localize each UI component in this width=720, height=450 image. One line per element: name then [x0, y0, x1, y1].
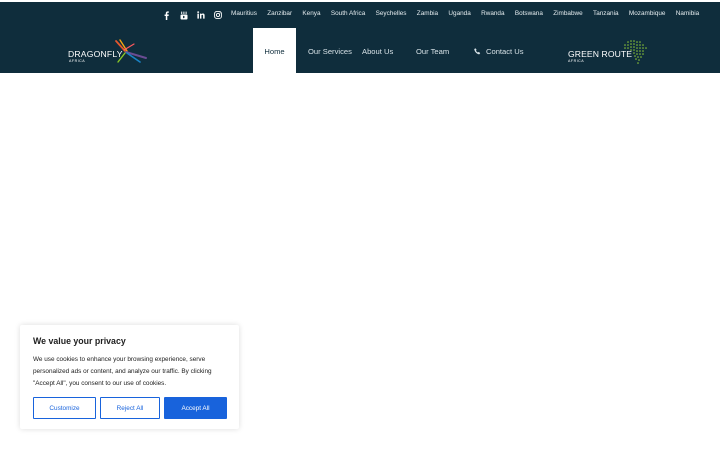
- country-link-south-africa[interactable]: South Africa: [331, 10, 365, 17]
- social-links: [158, 8, 226, 22]
- logo-right-sub: AFRICA: [568, 59, 585, 63]
- reject-all-button[interactable]: Reject All: [100, 397, 160, 419]
- accept-all-button[interactable]: Accept All: [164, 397, 227, 419]
- cookie-consent-banner: We value your privacy We use cookies to …: [20, 325, 239, 429]
- country-link-zambia[interactable]: Zambia: [417, 10, 438, 17]
- africa-map-icon: [624, 40, 647, 64]
- country-links: Mauritius Zanzibar Kenya South Africa Se…: [231, 10, 710, 17]
- instagram-icon[interactable]: [209, 8, 226, 22]
- nav-about-us[interactable]: About Us: [362, 28, 416, 74]
- country-link-uganda[interactable]: Uganda: [448, 10, 470, 17]
- youtube-icon[interactable]: [175, 8, 192, 22]
- customize-button[interactable]: Customize: [33, 397, 96, 419]
- main-nav: Home Our Services About Us Our Team Cont…: [253, 28, 534, 74]
- country-link-kenya[interactable]: Kenya: [302, 10, 320, 17]
- country-link-zimbabwe[interactable]: Zimbabwe: [553, 10, 582, 17]
- nav-contact-us[interactable]: Contact Us: [474, 28, 534, 74]
- country-link-zanzibar[interactable]: Zanzibar: [267, 10, 292, 17]
- nav-our-services[interactable]: Our Services: [296, 28, 362, 74]
- cookie-text: We use cookies to enhance your browsing …: [33, 356, 212, 387]
- nav-our-team[interactable]: Our Team: [416, 28, 474, 74]
- phone-icon: [474, 47, 481, 55]
- green-route-africa-logo[interactable]: GREEN ROUTE AFRICA: [568, 39, 650, 67]
- site-header: Mauritius Zanzibar Kenya South Africa Se…: [0, 2, 720, 74]
- country-link-mauritius[interactable]: Mauritius: [231, 10, 257, 17]
- cookie-title: We value your privacy: [33, 336, 126, 346]
- top-bar: Mauritius Zanzibar Kenya South Africa Se…: [0, 2, 720, 28]
- country-link-namibia[interactable]: Namibia: [676, 10, 699, 17]
- country-link-seychelles[interactable]: Seychelles: [376, 10, 407, 17]
- country-link-mozambique[interactable]: Mozambique: [629, 10, 666, 17]
- linkedin-icon[interactable]: [192, 8, 209, 22]
- logo-left-sub: AFRICA: [69, 59, 86, 63]
- nav-home[interactable]: Home: [253, 28, 296, 74]
- logo-left-word: DRAGONFLY: [68, 49, 123, 59]
- country-link-rwanda[interactable]: Rwanda: [481, 10, 504, 17]
- country-link-botswana[interactable]: Botswana: [515, 10, 543, 17]
- dragonfly-africa-logo[interactable]: DRAGONFLY AFRICA: [68, 38, 148, 66]
- facebook-icon[interactable]: [158, 8, 175, 22]
- nav-contact-label: Contact Us: [486, 46, 524, 56]
- country-link-tanzania[interactable]: Tanzania: [593, 10, 619, 17]
